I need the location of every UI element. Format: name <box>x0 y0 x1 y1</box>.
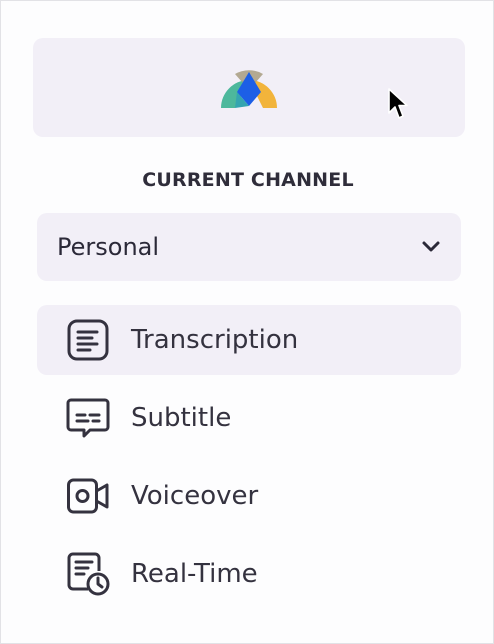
chevron-down-icon[interactable] <box>421 240 441 254</box>
document-lines-icon <box>66 317 112 363</box>
nav-item-label: Subtitle <box>131 403 232 433</box>
feature-nav: Transcription Subtitle Voiceover Real-Ti… <box>37 305 461 617</box>
app-logo <box>221 70 277 108</box>
current-channel-label: CURRENT CHANNEL <box>142 169 354 191</box>
nav-item-voiceover[interactable]: Voiceover <box>37 461 461 531</box>
subtitle-icon <box>66 395 112 441</box>
document-clock-icon <box>66 551 112 597</box>
nav-item-real-time[interactable]: Real-Time <box>37 539 461 609</box>
nav-item-transcription[interactable]: Transcription <box>37 305 461 375</box>
channel-select[interactable]: Personal <box>37 213 461 281</box>
nav-item-label: Voiceover <box>131 481 259 511</box>
nav-item-subtitle[interactable]: Subtitle <box>37 383 461 453</box>
channel-selected-value: Personal <box>57 233 160 261</box>
nav-item-label: Transcription <box>131 325 299 355</box>
mouse-cursor-icon <box>388 88 408 119</box>
sidebar-panel: CURRENT CHANNEL Personal Transcription S… <box>0 0 494 644</box>
video-camera-icon <box>66 473 112 519</box>
nav-item-label: Real-Time <box>131 559 258 589</box>
